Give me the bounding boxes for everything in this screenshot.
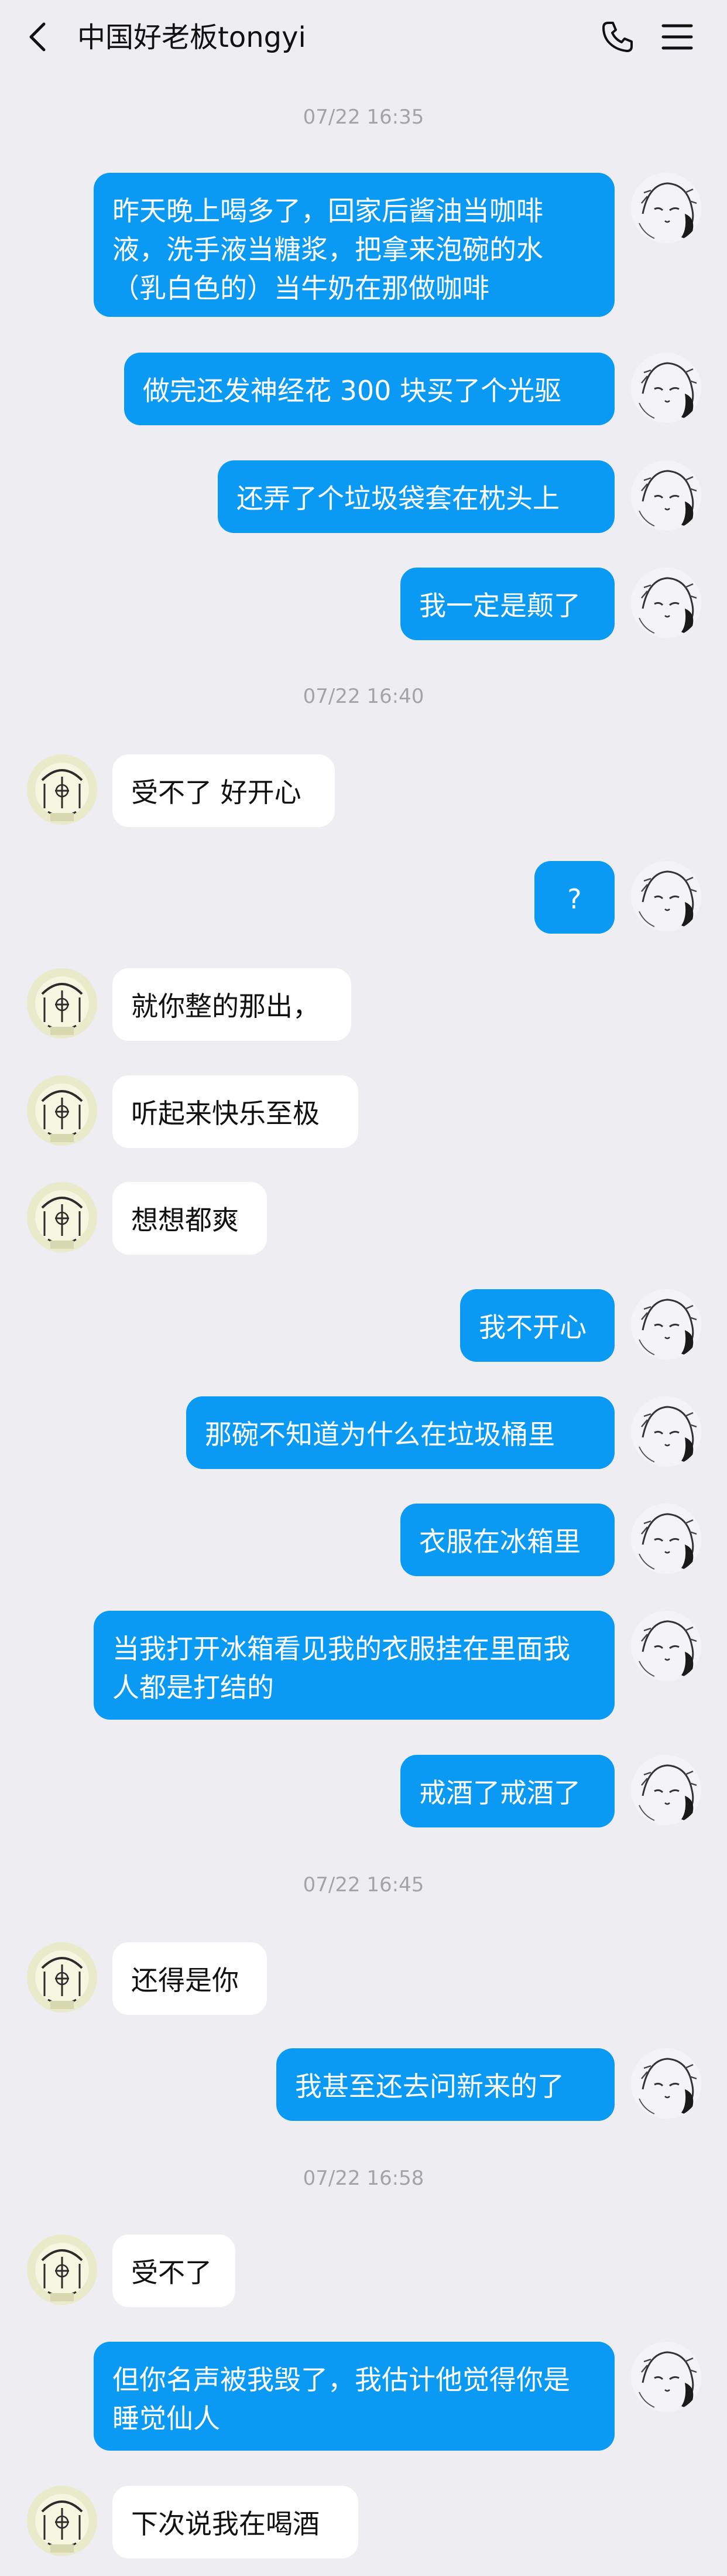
friend-avatar[interactable] <box>27 1182 97 1252</box>
message-bubble-incoming[interactable]: 还得是你 <box>112 1942 267 2015</box>
self-avatar[interactable] <box>631 1611 701 1681</box>
message-bubble-incoming[interactable]: 就你整的那出， <box>112 968 351 1041</box>
self-avatar[interactable] <box>631 1755 701 1825</box>
chat-title: 中国好老板tongyi <box>77 21 306 54</box>
back-button[interactable] <box>18 16 59 57</box>
phone-icon <box>602 22 633 52</box>
self-avatar[interactable] <box>631 1504 701 1574</box>
friend-avatar[interactable] <box>27 2486 97 2556</box>
friend-avatar[interactable] <box>27 968 97 1038</box>
self-avatar[interactable] <box>631 353 701 423</box>
menu-button[interactable] <box>657 16 698 57</box>
self-avatar[interactable] <box>631 2342 701 2412</box>
timestamp: 07/22 16:58 <box>303 2167 424 2190</box>
message-bubble-outgoing[interactable]: 我甚至还去问新来的了 <box>276 2048 615 2121</box>
message-bubble-outgoing[interactable]: 当我打开冰箱看见我的衣服挂在里面我人都是打结的 <box>94 1611 615 1720</box>
self-avatar[interactable] <box>631 568 701 638</box>
message-bubble-incoming[interactable]: 下次说我在喝酒 <box>112 2486 358 2558</box>
message-bubble-outgoing[interactable]: 还弄了个垃圾袋套在枕头上 <box>218 460 615 533</box>
friend-avatar[interactable] <box>27 754 97 825</box>
message-bubble-outgoing[interactable]: 衣服在冰箱里 <box>400 1504 615 1576</box>
message-bubble-outgoing[interactable]: 但你名声被我毁了，我估计他觉得你是睡觉仙人 <box>94 2342 615 2451</box>
friend-avatar[interactable] <box>27 1942 97 2013</box>
message-bubble-incoming[interactable]: 想想都爽 <box>112 1182 267 1255</box>
message-bubble-incoming[interactable]: 听起来快乐至极 <box>112 1075 358 1148</box>
message-bubble-outgoing[interactable]: 昨天晚上喝多了，回家后酱油当咖啡液，洗手液当糖浆，把拿来泡碗的水（乳白色的）当牛… <box>94 173 615 317</box>
call-button[interactable] <box>597 16 638 57</box>
timestamp: 07/22 16:45 <box>303 1873 424 1897</box>
self-avatar[interactable] <box>631 2048 701 2119</box>
menu-icon <box>661 24 693 50</box>
top-bar: 中国好老板tongyi <box>0 0 727 76</box>
self-avatar[interactable] <box>631 460 701 531</box>
message-bubble-incoming[interactable]: 受不了 <box>112 2235 235 2307</box>
self-avatar[interactable] <box>631 1289 701 1359</box>
self-avatar[interactable] <box>631 173 701 243</box>
self-avatar[interactable] <box>631 861 701 931</box>
message-bubble-outgoing[interactable]: 戒酒了戒酒了 <box>400 1755 615 1827</box>
message-bubble-outgoing[interactable]: 我不开心 <box>460 1289 615 1362</box>
message-bubble-incoming[interactable]: 受不了 好开心 <box>112 754 335 827</box>
timestamp: 07/22 16:35 <box>303 105 424 129</box>
friend-avatar[interactable] <box>27 1075 97 1146</box>
message-bubble-outgoing[interactable]: 做完还发神经花 300 块买了个光驱 <box>124 353 615 425</box>
timestamp: 07/22 16:40 <box>303 685 424 708</box>
message-bubble-outgoing[interactable]: 我一定是颠了 <box>400 568 615 640</box>
friend-avatar[interactable] <box>27 2235 97 2305</box>
message-bubble-outgoing[interactable]: 那碗不知道为什么在垃圾桶里 <box>186 1396 615 1469</box>
self-avatar[interactable] <box>631 1396 701 1467</box>
message-bubble-outgoing[interactable]: ? <box>534 861 615 934</box>
chevron-left-icon <box>29 22 46 52</box>
